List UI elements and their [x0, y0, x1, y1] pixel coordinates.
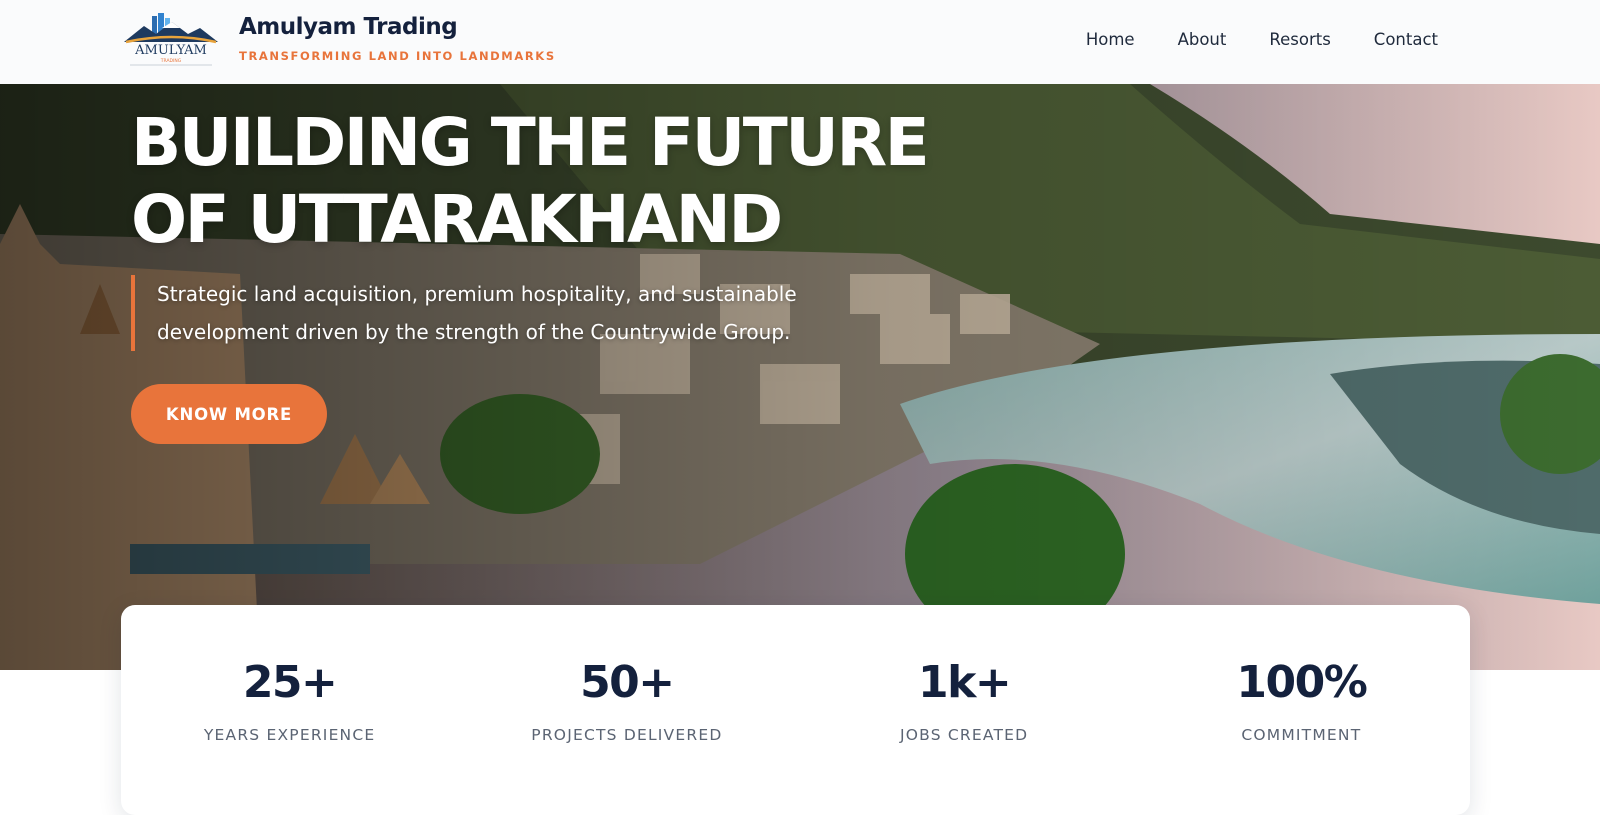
company-logo[interactable]: AMULYAM TRADING	[122, 12, 220, 68]
stat-value: 25+	[242, 657, 338, 708]
stat-projects-delivered: 50+ PROJECTS DELIVERED	[458, 605, 795, 815]
stat-label: JOBS CREATED	[899, 726, 1029, 744]
stat-label: PROJECTS DELIVERED	[531, 726, 723, 744]
nav-resorts[interactable]: Resorts	[1269, 30, 1330, 49]
hero-subtitle-line1: Strategic land acquisition, premium hosp…	[157, 282, 797, 306]
hero-title-line1: BUILDING THE FUTURE	[131, 104, 930, 181]
stat-value: 100%	[1236, 657, 1367, 708]
stat-value: 50+	[580, 657, 675, 708]
hero-subtitle-line2: development driven by the strength of th…	[157, 320, 791, 344]
stat-label: COMMITMENT	[1241, 726, 1362, 744]
nav-about[interactable]: About	[1178, 30, 1227, 49]
know-more-button[interactable]: KNOW MORE	[131, 384, 327, 444]
stat-label: YEARS EXPERIENCE	[203, 726, 376, 744]
stat-years-experience: 25+ YEARS EXPERIENCE	[121, 605, 458, 815]
hero-title-line2: OF UTTARAKHAND	[131, 181, 783, 258]
hero-section: BUILDING THE FUTURE OF UTTARAKHAND Strat…	[0, 84, 1600, 670]
main-nav: Home About Resorts Contact	[1086, 30, 1438, 49]
svg-text:AMULYAM: AMULYAM	[134, 43, 207, 58]
stat-jobs-created: 1k+ JOBS CREATED	[796, 605, 1133, 815]
svg-text:TRADING: TRADING	[160, 58, 182, 64]
brand-block: Amulyam Trading TRANSFORMING LAND INTO L…	[239, 14, 556, 63]
stat-value: 1k+	[918, 657, 1012, 708]
site-header: AMULYAM TRADING Amulyam Trading TRANSFOR…	[0, 0, 1600, 84]
brand-name[interactable]: Amulyam Trading	[239, 14, 556, 40]
stats-card: 25+ YEARS EXPERIENCE 50+ PROJECTS DELIVE…	[121, 605, 1470, 815]
hero-subtitle: Strategic land acquisition, premium hosp…	[131, 275, 851, 351]
brand-tagline: TRANSFORMING LAND INTO LANDMARKS	[239, 49, 556, 63]
stat-commitment: 100% COMMITMENT	[1133, 605, 1470, 815]
nav-home[interactable]: Home	[1086, 30, 1135, 49]
nav-contact[interactable]: Contact	[1374, 30, 1438, 49]
hero-title: BUILDING THE FUTURE OF UTTARAKHAND	[131, 104, 930, 258]
